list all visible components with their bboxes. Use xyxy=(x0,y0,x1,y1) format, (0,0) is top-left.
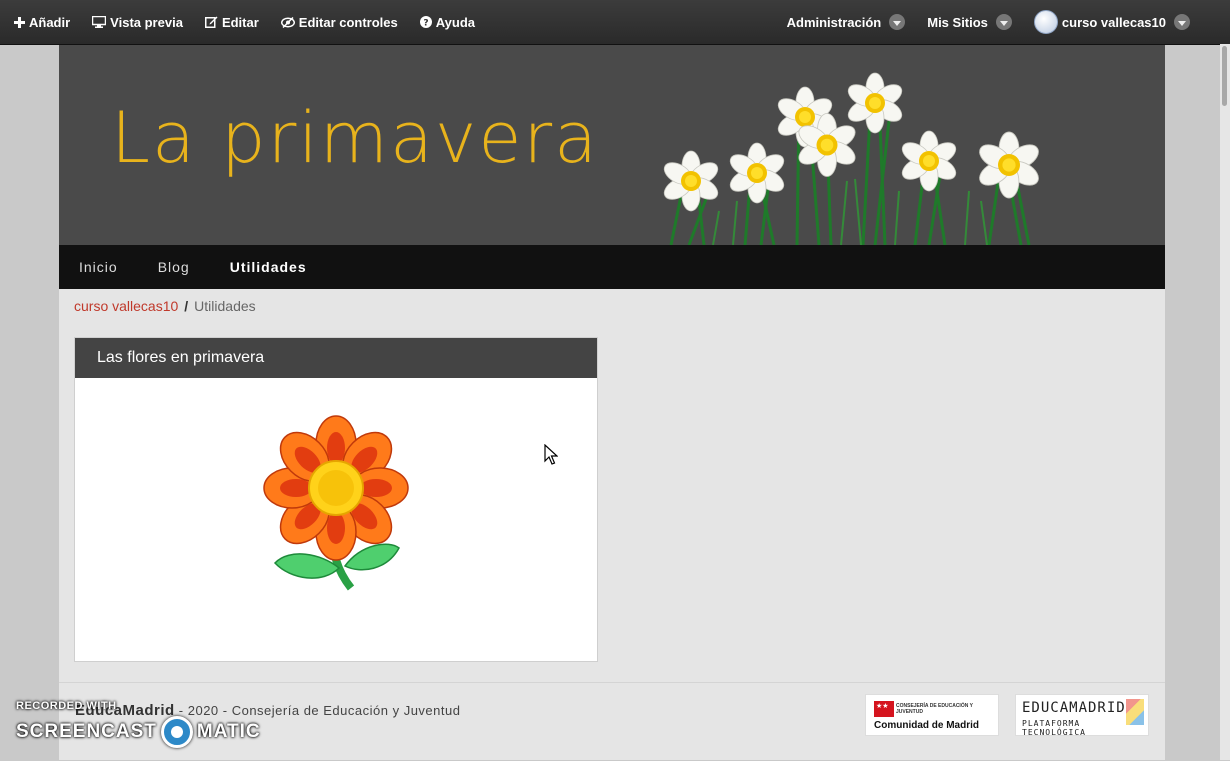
breadcrumb-home-link[interactable]: curso vallecas10 xyxy=(74,298,178,314)
admin-toolbar: Añadir Vista previa Editar Editar contro… xyxy=(0,0,1230,45)
lens-icon xyxy=(160,716,193,748)
breadcrumb-current: Utilidades xyxy=(194,298,256,314)
logo-cm-subtitle: CONSEJERÍA DE EDUCACIÓN Y JUVENTUD xyxy=(896,703,973,715)
edit-button[interactable]: Editar xyxy=(204,14,259,30)
user-menu[interactable]: curso vallecas10 xyxy=(1033,10,1190,34)
chevron-down-icon xyxy=(1174,14,1190,30)
avatar xyxy=(1033,10,1058,34)
user-name: curso vallecas10 xyxy=(1061,14,1166,30)
watermark-line1: RECORDED WITH xyxy=(16,700,117,712)
site-banner: La primavera xyxy=(59,45,1165,245)
scrollbar[interactable] xyxy=(1220,44,1230,760)
my-sites-label: Mis Sitios xyxy=(927,14,988,30)
logo-cm-title: Comunidad de Madrid xyxy=(874,720,979,731)
main-navigation: Inicio Blog Utilidades xyxy=(59,245,1165,289)
svg-text:?: ? xyxy=(423,19,428,29)
daffodils-image xyxy=(660,72,1044,245)
admin-menu[interactable]: Administración xyxy=(787,14,906,30)
plus-icon xyxy=(14,16,25,28)
portlet-title: Las flores en primavera xyxy=(75,338,597,378)
breadcrumb-separator: / xyxy=(184,298,189,314)
logo-em-title: EDUCAMADRID xyxy=(1022,700,1126,716)
edit-controls-label: Editar controles xyxy=(298,14,398,30)
site-title: La primavera xyxy=(111,97,600,179)
my-sites-menu[interactable]: Mis Sitios xyxy=(927,14,1012,30)
toolbar-right: Administración Mis Sitios curso vallecas… xyxy=(787,0,1190,44)
logo-decoration xyxy=(1126,699,1144,725)
nav-item-inicio[interactable]: Inicio xyxy=(59,259,138,275)
chevron-down-icon xyxy=(995,14,1012,30)
madrid-stars-icon xyxy=(874,701,894,717)
preview-button[interactable]: Vista previa xyxy=(92,15,183,30)
help-button[interactable]: ? Ayuda xyxy=(419,14,475,30)
edit-icon xyxy=(204,16,218,28)
preview-label: Vista previa xyxy=(110,14,183,30)
add-label: Añadir xyxy=(29,14,71,30)
help-icon: ? xyxy=(419,16,432,29)
chevron-down-icon xyxy=(889,14,906,30)
screencast-watermark: RECORDED WITH SCREENCAST MATIC xyxy=(16,700,261,748)
breadcrumb: curso vallecas10 / Utilidades xyxy=(74,298,256,314)
edit-label: Editar xyxy=(221,14,259,30)
nav-item-blog[interactable]: Blog xyxy=(138,259,210,275)
watermark-word1: SCREENCAST xyxy=(16,721,157,742)
monitor-icon xyxy=(92,16,107,28)
educamadrid-logo[interactable]: EDUCAMADRID PLATAFORMA TECNOLÓGICA xyxy=(1015,694,1149,737)
add-button[interactable]: Añadir xyxy=(14,15,70,30)
edit-controls-button[interactable]: Editar controles xyxy=(280,14,398,30)
toolbar-left: Añadir Vista previa Editar Editar contro… xyxy=(14,0,497,44)
eye-slash-icon xyxy=(280,16,295,28)
nav-item-utilidades[interactable]: Utilidades xyxy=(210,259,327,275)
flowers-portlet: Las flores en primavera xyxy=(74,337,598,662)
flower-image xyxy=(263,415,409,591)
comunidad-madrid-logo[interactable]: CONSEJERÍA DE EDUCACIÓN Y JUVENTUD Comun… xyxy=(865,694,999,736)
watermark-line2: SCREENCAST MATIC xyxy=(16,716,261,748)
help-label: Ayuda xyxy=(435,14,475,30)
watermark-word2: MATIC xyxy=(196,721,261,742)
page-container: La primavera Inicio Blog Utilidades curs… xyxy=(59,45,1165,760)
admin-label: Administración xyxy=(786,14,882,30)
mouse-cursor-icon xyxy=(544,444,558,465)
